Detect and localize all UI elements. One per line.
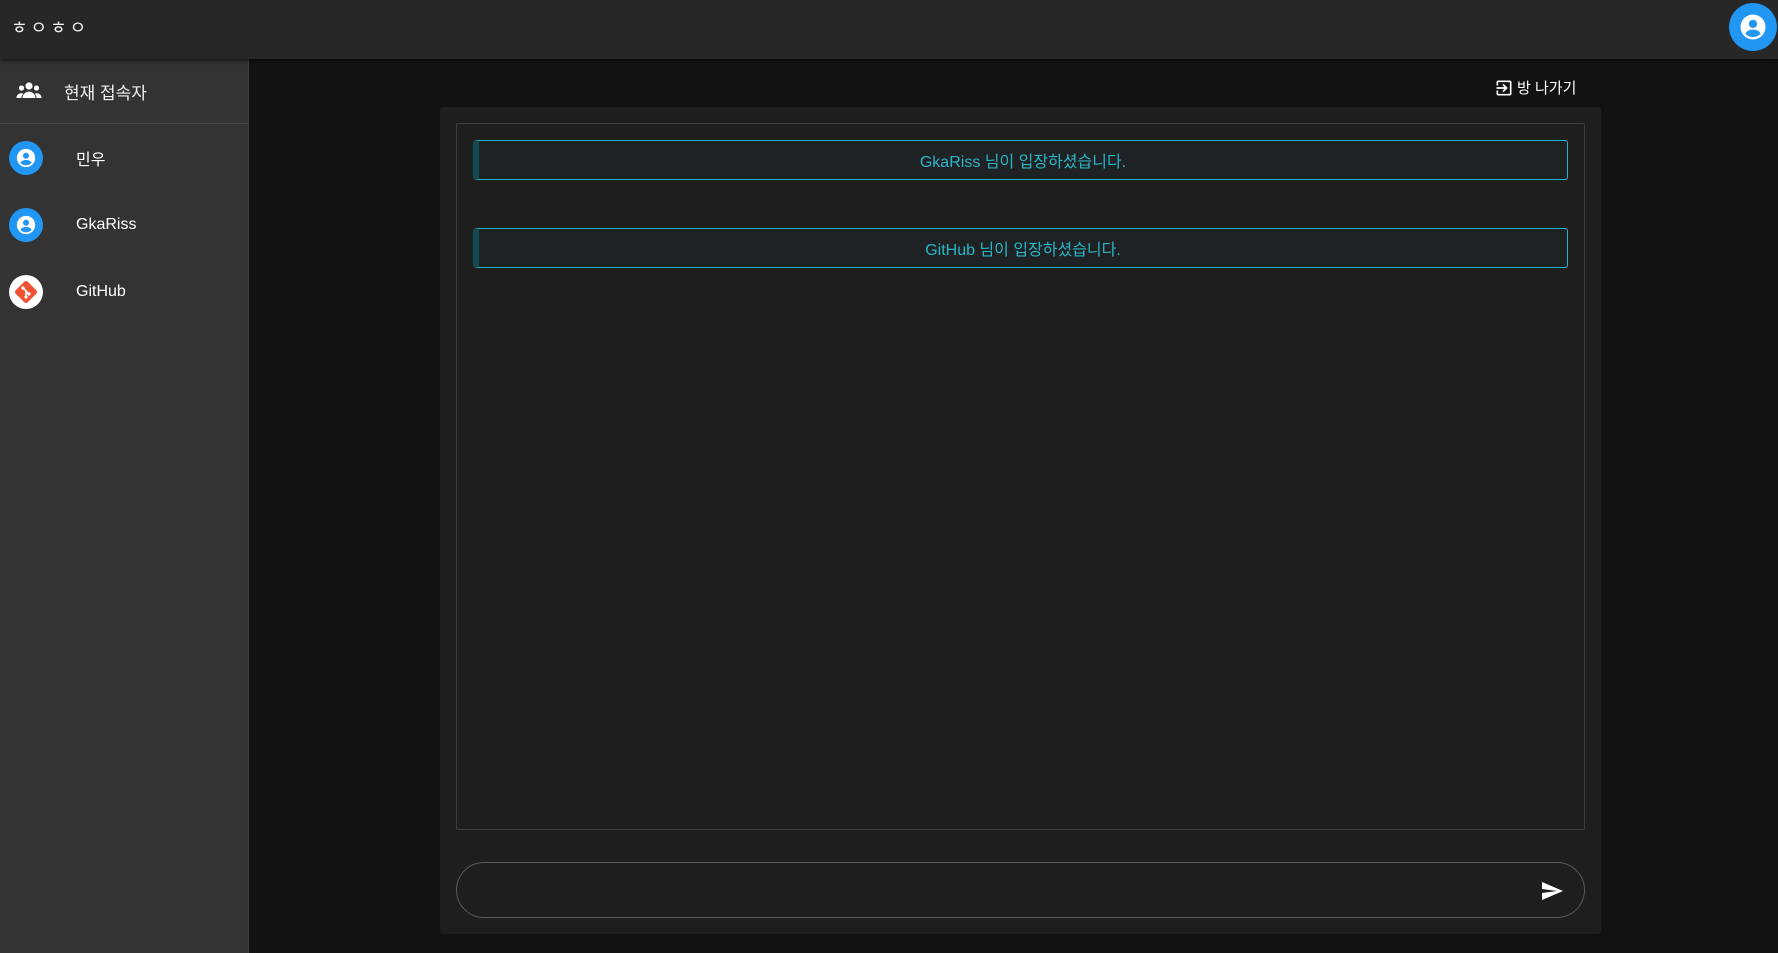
app-title: ㅎㅇㅎㅇ	[11, 18, 90, 39]
online-users-sidebar: 현재 접속자 민우 GkaRiss GitHub	[0, 59, 249, 953]
people-icon	[16, 78, 42, 104]
message-list[interactable]: GkaRiss 님이 입장하셨습니다. GitHub 님이 입장하셨습니다.	[456, 123, 1585, 830]
sidebar-header: 현재 접속자	[0, 59, 248, 124]
system-message: GitHub 님이 입장하셨습니다.	[473, 228, 1568, 268]
user-list-item[interactable]: GkaRiss	[0, 191, 248, 258]
exit-icon	[1496, 80, 1512, 95]
sidebar-header-label: 현재 접속자	[64, 83, 147, 103]
message-input-container	[456, 862, 1585, 918]
user-name: GkaRiss	[76, 215, 137, 233]
account-circle-icon	[1740, 14, 1766, 40]
user-name: 민우	[76, 151, 106, 169]
system-message: GkaRiss 님이 입장하셨습니다.	[473, 140, 1568, 180]
git-logo-icon	[9, 274, 43, 309]
user-list-item[interactable]: 민우	[0, 124, 248, 191]
app-bar: ㅎㅇㅎㅇ	[0, 0, 1778, 59]
user-list-item[interactable]: GitHub	[0, 258, 248, 325]
account-circle-icon	[9, 207, 43, 242]
chat-panel: GkaRiss 님이 입장하셨습니다. GitHub 님이 입장하셨습니다.	[440, 107, 1601, 934]
user-name: GitHub	[76, 282, 126, 300]
send-button[interactable]	[1538, 877, 1566, 905]
leave-room-label: 방 나가기	[1517, 80, 1577, 97]
profile-avatar-button[interactable]	[1729, 3, 1777, 51]
leave-room-button[interactable]: 방 나가기	[1494, 77, 1576, 98]
send-icon	[1542, 882, 1563, 900]
account-circle-icon	[9, 140, 43, 175]
message-input[interactable]	[481, 873, 1501, 907]
